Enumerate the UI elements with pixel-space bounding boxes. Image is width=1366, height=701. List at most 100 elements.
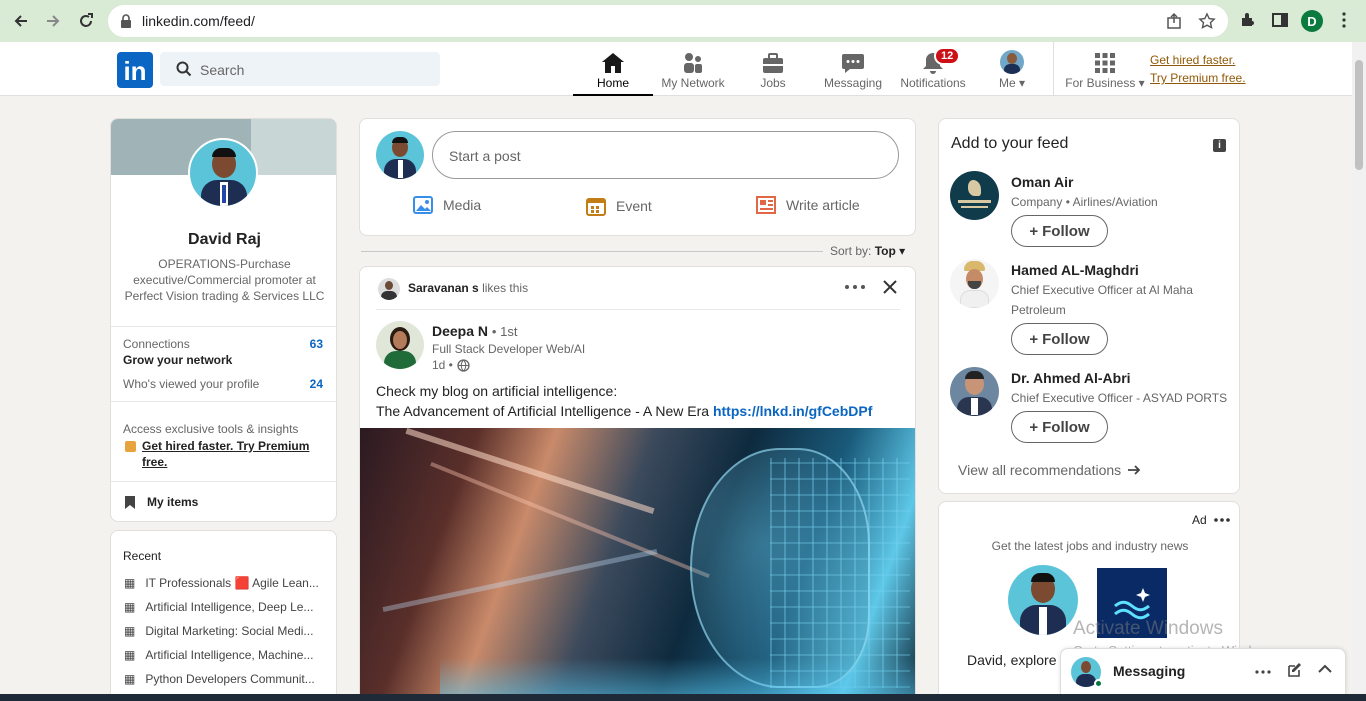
- event-button[interactable]: Event: [586, 196, 652, 216]
- info-icon[interactable]: i: [1213, 139, 1226, 152]
- nav-me[interactable]: Me ▾: [972, 48, 1052, 94]
- caret-down-icon: ▾: [899, 244, 906, 258]
- recent-item[interactable]: ▦ Artificial Intelligence, Deep Le...: [124, 600, 313, 614]
- post-time-text: 1d •: [432, 358, 453, 372]
- liker-name[interactable]: Saravanan s: [408, 281, 479, 295]
- view-all-recommendations[interactable]: View all recommendations: [958, 462, 1141, 478]
- grow-network-link[interactable]: Grow your network: [123, 353, 232, 367]
- post-link[interactable]: https://lnkd.in/gfCebDPf: [713, 403, 872, 419]
- activate-windows-title: Activate Windows: [1073, 618, 1223, 639]
- post-image[interactable]: [360, 428, 915, 701]
- suggestion-subtitle: Chief Executive Officer - ASYAD PORTS: [1011, 391, 1228, 405]
- back-arrow-icon[interactable]: [10, 10, 32, 32]
- recent-item[interactable]: ▦ IT Professionals 🟥 Agile Lean...: [124, 576, 319, 590]
- ad-more-icon[interactable]: [1214, 514, 1230, 529]
- liker-avatar[interactable]: [378, 278, 400, 300]
- suggestion-avatar[interactable]: [950, 367, 999, 416]
- profile-name[interactable]: David Raj: [111, 231, 336, 249]
- calendar-icon: [586, 198, 606, 216]
- taskbar: [0, 694, 1366, 701]
- for-business-label: For Business ▾: [1065, 76, 1145, 90]
- lock-icon: [120, 14, 132, 31]
- scrollbar-track[interactable]: [1352, 42, 1366, 694]
- author-name[interactable]: Deepa N: [432, 323, 488, 339]
- divider: [376, 309, 900, 310]
- compose-icon[interactable]: [1287, 662, 1303, 681]
- sidepanel-icon[interactable]: [1270, 10, 1290, 30]
- suggestion-name[interactable]: Hamed AL-Maghdri: [1011, 262, 1139, 278]
- author-avatar[interactable]: [376, 321, 424, 369]
- premium-link-line1[interactable]: Get hired faster.: [1150, 53, 1235, 67]
- star-icon[interactable]: [1198, 12, 1216, 33]
- arrow-right-icon: [1128, 465, 1141, 475]
- profile-photo[interactable]: [188, 138, 258, 208]
- sort-control[interactable]: Sort by: Top ▾: [830, 244, 905, 258]
- messaging-overlay[interactable]: Messaging: [1060, 648, 1346, 694]
- close-icon[interactable]: [882, 279, 898, 298]
- ad-body: David, explore: [967, 652, 1057, 668]
- me-label: Me ▾: [998, 76, 1026, 90]
- media-button[interactable]: Media: [413, 196, 481, 214]
- nav-my-network[interactable]: My Network: [653, 48, 733, 94]
- linkedin-logo[interactable]: in: [117, 52, 153, 88]
- follow-button[interactable]: + Follow: [1011, 323, 1108, 355]
- access-tools-label: Access exclusive tools & insights: [123, 422, 299, 436]
- follow-button[interactable]: + Follow: [1011, 215, 1108, 247]
- profile-headline: OPERATIONS-Purchase executive/Commercial…: [124, 257, 325, 303]
- nav-home[interactable]: Home: [573, 48, 653, 96]
- ad-label: Ad: [1192, 513, 1207, 527]
- suggestion-avatar[interactable]: [950, 259, 999, 308]
- nav-for-business[interactable]: For Business ▾: [1063, 48, 1147, 94]
- nav-notifications[interactable]: Notifications: [893, 48, 973, 94]
- bookmark-icon: [125, 496, 135, 512]
- search-box[interactable]: Search: [160, 52, 440, 86]
- event-label: Event: [616, 198, 652, 214]
- premium-cta[interactable]: Get hired faster. Try Premium free.: [142, 438, 327, 470]
- post-time: 1d •: [432, 358, 470, 372]
- profile-viewers-count[interactable]: 24: [310, 377, 323, 391]
- my-items-link[interactable]: My items: [147, 495, 198, 509]
- author-headline: Full Stack Developer Web/AI: [432, 342, 586, 356]
- suggestion-name[interactable]: Oman Air: [1011, 174, 1074, 190]
- recent-item[interactable]: ▦ Python Developers Communit...: [124, 672, 315, 686]
- write-article-button[interactable]: Write article: [756, 196, 860, 214]
- post-text-title: The Advancement of Artificial Intelligen…: [376, 403, 710, 419]
- more-options-icon[interactable]: [844, 279, 866, 298]
- ad-user-photo: [1008, 565, 1078, 635]
- recent-item[interactable]: ▦ Artificial Intelligence, Machine...: [124, 648, 313, 662]
- profile-viewers-label[interactable]: Who's viewed your profile: [123, 377, 259, 391]
- forward-arrow-icon[interactable]: [42, 10, 64, 32]
- recent-item[interactable]: ▦ Digital Marketing: Social Medi...: [124, 624, 313, 638]
- scrollbar-thumb[interactable]: [1355, 60, 1363, 170]
- share-icon[interactable]: [1166, 12, 1184, 33]
- social-context: Saravanan s likes this: [408, 281, 528, 295]
- follow-button[interactable]: + Follow: [1011, 411, 1108, 443]
- suggestion-subtitle: Chief Executive Officer at Al Maha Petro…: [1011, 283, 1193, 317]
- nav-jobs[interactable]: Jobs: [733, 48, 813, 94]
- nav-notifications-label: Notifications: [900, 76, 966, 90]
- messaging-title: Messaging: [1113, 663, 1186, 679]
- extensions-icon[interactable]: [1238, 10, 1258, 30]
- nav-messaging[interactable]: Messaging: [813, 48, 893, 94]
- messaging-more-icon[interactable]: [1255, 665, 1271, 680]
- notifications-badge: 12: [934, 47, 961, 65]
- connections-label[interactable]: Connections: [123, 337, 190, 351]
- premium-link-line2[interactable]: Try Premium free.: [1150, 71, 1246, 85]
- premium-icon: [125, 441, 136, 452]
- sort-divider: [361, 251, 823, 252]
- start-post-input[interactable]: Start a post: [432, 131, 899, 179]
- oman-air-logo[interactable]: [950, 171, 999, 220]
- globe-icon: [457, 358, 470, 372]
- online-status-dot: [1094, 679, 1103, 688]
- chevron-up-icon[interactable]: [1317, 663, 1333, 678]
- address-bar[interactable]: linkedin.com/feed/: [108, 5, 1228, 37]
- profile-avatar[interactable]: D: [1301, 10, 1323, 32]
- suggestion-name[interactable]: Dr. Ahmed Al-Abri: [1011, 370, 1131, 386]
- author-line: Deepa N • 1st: [432, 323, 517, 339]
- share-avatar[interactable]: [376, 131, 424, 179]
- post-text-line1: Check my blog on artificial intelligence…: [376, 383, 618, 399]
- connections-count[interactable]: 63: [310, 337, 323, 351]
- grid-icon: [1063, 48, 1147, 74]
- kebab-menu-icon[interactable]: [1334, 10, 1354, 30]
- reload-icon[interactable]: [75, 10, 97, 32]
